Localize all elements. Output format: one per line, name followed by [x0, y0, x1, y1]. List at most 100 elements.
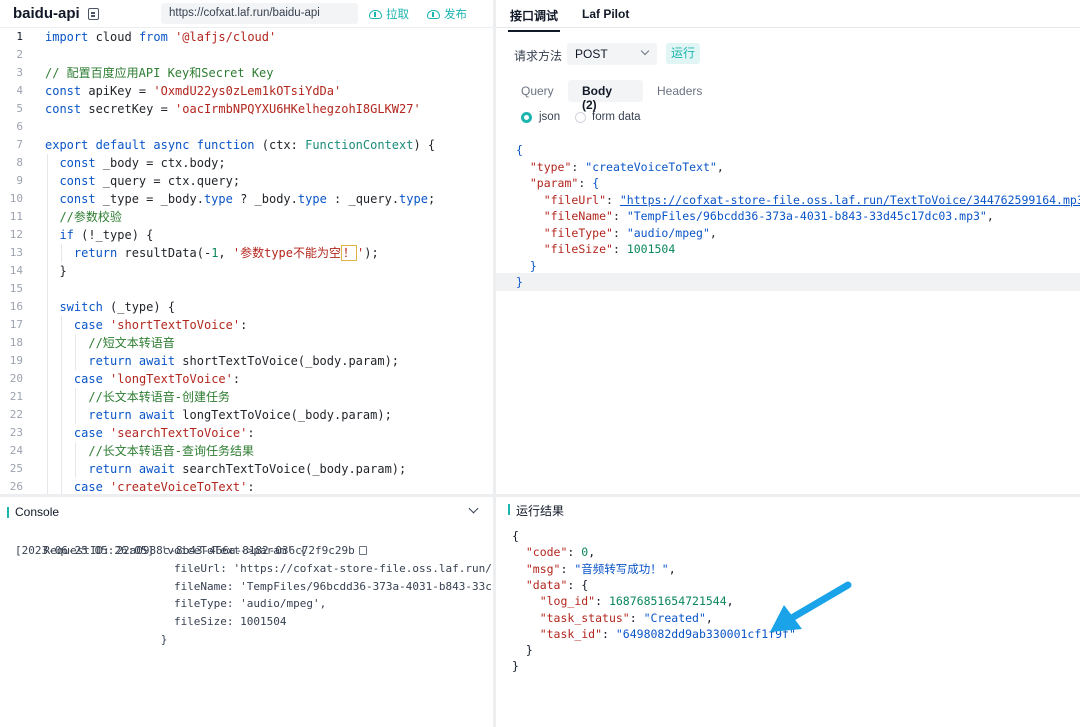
line-number: 26	[9, 480, 23, 493]
chevron-down-icon	[640, 46, 650, 56]
code-line[interactable]: 23 case 'searchTextToVoice':	[0, 424, 493, 442]
code-line[interactable]: 4 const apiKey = 'OxmdU22ys0zLem1kOTsiYdD…	[0, 82, 493, 100]
code-line[interactable]: 2	[0, 46, 493, 64]
result-line: }	[512, 643, 533, 658]
code-text: const apiKey = 'OxmdU22ys0zLem1kOTsiYdDa…	[45, 84, 342, 98]
publish-button[interactable]: 发布	[427, 6, 467, 22]
line-number: 20	[9, 372, 23, 385]
line-number: 1	[16, 30, 23, 43]
code-text: case 'longTextToVoice':	[73, 372, 241, 386]
result-line: "task_status": "Created",	[539, 610, 713, 625]
chevron-down-icon[interactable]	[468, 503, 479, 514]
code-line[interactable]: 26 case 'createVoiceToText':	[0, 478, 493, 494]
line-number: 17	[9, 318, 23, 331]
console-title: Console	[15, 505, 60, 519]
code-line[interactable]: 21 //长文本转语音-创建任务	[0, 388, 493, 406]
json-line: "type": "createVoiceToText",	[529, 159, 724, 174]
code-line[interactable]: 14 }	[0, 262, 493, 280]
line-number: 24	[9, 444, 23, 457]
vertical-splitter[interactable]	[493, 0, 496, 727]
code-line[interactable]: 15	[0, 280, 493, 298]
function-name: baidu-api	[13, 5, 80, 22]
code-text: return await searchTextToVoice(_body.par…	[88, 462, 407, 476]
code-text: const _query = ctx.query;	[59, 174, 241, 188]
code-line[interactable]: 20 case 'longTextToVoice':	[0, 370, 493, 388]
console-line: }	[15, 633, 168, 646]
method-select[interactable]: POST	[567, 43, 657, 65]
json-line: "fileUrl": "https://cofxat-store-file.os…	[543, 192, 1080, 207]
method-value: POST	[575, 47, 608, 61]
result-line: "msg": "音频转写成功！",	[525, 561, 676, 576]
horizontal-splitter[interactable]	[0, 494, 493, 497]
cloud-upload-icon	[427, 9, 440, 19]
console-line: fileSize: 1001504	[15, 615, 287, 629]
code-line[interactable]: 3 // 配置百度应用API Key和Secret Key	[0, 64, 493, 82]
line-number: 4	[16, 84, 23, 97]
code-text: //长文本转语音-查询任务结果	[88, 444, 255, 458]
code-line[interactable]: 22 return await longTextToVoice(_body.pa…	[0, 406, 493, 424]
tab-laf-pilot[interactable]: Laf Pilot	[582, 7, 629, 21]
code-line[interactable]: 1 import cloud from '@lafjs/cloud'	[0, 28, 493, 46]
pull-button[interactable]: 拉取	[369, 6, 409, 22]
horizontal-splitter[interactable]	[496, 494, 1080, 497]
line-number: 8	[16, 156, 23, 169]
line-number: 22	[9, 408, 23, 421]
current-line-highlight	[496, 273, 1080, 291]
line-number: 18	[9, 336, 23, 349]
code-line[interactable]: 16 switch (_type) {	[0, 298, 493, 316]
code-text: const _body = ctx.body;	[59, 156, 226, 170]
radio-form-data-label: form data	[592, 111, 641, 123]
subtab-headers[interactable]: Headers	[657, 84, 702, 98]
code-line[interactable]: 24 //长文本转语音-查询任务结果	[0, 442, 493, 460]
code-line[interactable]: 18 //短文本转语音	[0, 334, 493, 352]
copy-icon[interactable]	[358, 546, 367, 555]
panel-tabs: 接口调试 Laf Pilot	[496, 0, 1080, 32]
code-text: // 配置百度应用API Key和Secret Key	[45, 66, 274, 80]
result-panel: 运行结果 { "code": 0, "msg": "音频转写成功！", "dat…	[496, 497, 1080, 727]
function-url[interactable]: https://cofxat.laf.run/baidu-api	[161, 3, 358, 24]
line-number: 10	[9, 192, 23, 205]
json-line: "fileType": "audio/mpeg",	[543, 225, 717, 240]
code-line[interactable]: 19 return await shortTextToVoice(_body.p…	[0, 352, 493, 370]
code-text: //长文本转语音-创建任务	[88, 390, 231, 404]
code-text: //短文本转语音	[88, 336, 175, 350]
line-number: 14	[9, 264, 23, 277]
code-line[interactable]: 8 const _body = ctx.body;	[0, 154, 493, 172]
code-line[interactable]: 10 const _type = _body.type ? _body.type…	[0, 190, 493, 208]
code-line[interactable]: 7 export default async function (ctx: Fun…	[0, 136, 493, 154]
radio-form-data[interactable]	[575, 112, 586, 123]
json-line: {	[516, 143, 523, 157]
code-text: case 'createVoiceToText':	[73, 480, 255, 494]
line-number: 19	[9, 354, 23, 367]
result-line: "task_id": "6498082dd9ab330001cf1f9f"	[539, 626, 796, 641]
code-line[interactable]: 6	[0, 118, 493, 136]
code-text: return await longTextToVoice(_body.param…	[88, 408, 392, 422]
code-line[interactable]: 11 //参数校验	[0, 208, 493, 226]
line-number: 23	[9, 426, 23, 439]
code-editor[interactable]: 1 import cloud from '@lafjs/cloud' 2 3// 配置…	[0, 28, 493, 494]
code-line[interactable]: 5 const secretKey = 'oacIrmbNPQYXU6HKelhe…	[0, 100, 493, 118]
line-number: 25	[9, 462, 23, 475]
line-number: 16	[9, 300, 23, 313]
code-text: case 'searchTextToVoice':	[73, 426, 255, 440]
subtab-body[interactable]: Body (2)	[568, 80, 643, 112]
run-button[interactable]: 运行	[666, 43, 700, 64]
code-text: //参数校验	[59, 210, 122, 224]
subtab-query[interactable]: Query	[521, 84, 554, 98]
code-line[interactable]: 13 return resultData(-1, '参数type不能为空！ ');	[0, 244, 493, 262]
code-line[interactable]: 12 if (!_type) {	[0, 226, 493, 244]
tab-api-debug[interactable]: 接口调试	[507, 7, 561, 32]
cloud-download-icon	[369, 9, 382, 19]
pull-button-label: 拉取	[386, 9, 409, 21]
line-number: 15	[9, 282, 23, 295]
radio-json[interactable]	[521, 112, 532, 123]
json-line: }	[529, 258, 537, 273]
line-number: 7	[16, 138, 23, 151]
code-line[interactable]: 17 case 'shortTextToVoice':	[0, 316, 493, 334]
result-title: 运行结果	[516, 504, 565, 518]
line-number: 11	[9, 210, 23, 223]
code-line[interactable]: 9 const _query = ctx.query;	[0, 172, 493, 190]
console-panel: Console RequestID: 22a0988c-8b43-466a-81…	[0, 497, 493, 727]
code-line[interactable]: 25 return await searchTextToVoice(_body.…	[0, 460, 493, 478]
document-icon[interactable]	[88, 8, 99, 20]
